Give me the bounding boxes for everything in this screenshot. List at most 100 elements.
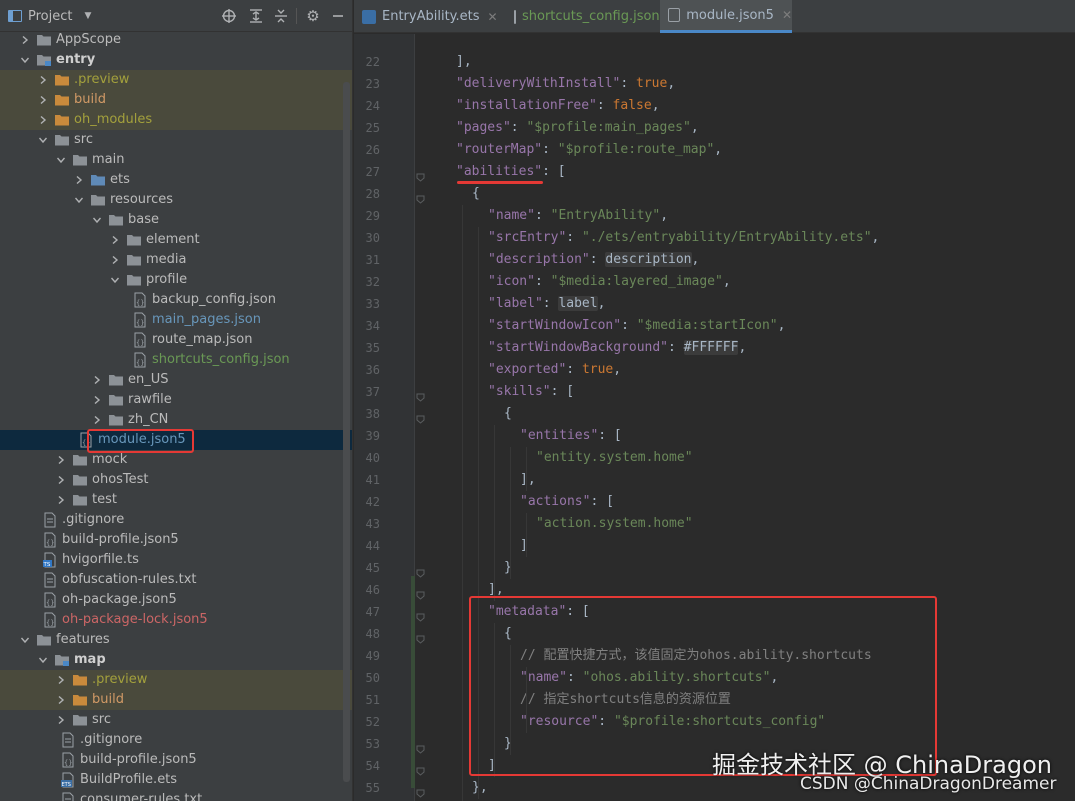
chevron-right-icon[interactable] [110,230,120,250]
expand-all-icon[interactable] [248,8,264,24]
tree-item-route-map-json[interactable]: {} route_map.json [0,330,352,350]
tree-item-oh-package-json5[interactable]: {} oh-package.json5 [0,590,352,610]
chevron-right-icon[interactable] [74,170,84,190]
tree-item-src[interactable]: src [0,710,352,730]
chevron-right-icon[interactable] [20,30,30,50]
tree-item-build-profile-json5[interactable]: {} build-profile.json5 [0,530,352,550]
fold-marker-icon[interactable] [416,387,425,402]
code-token: , [690,120,699,135]
tree-item-map[interactable]: map [0,650,352,670]
tree-item-zh-cn[interactable]: zh_CN [0,410,352,430]
fold-marker-icon[interactable] [416,761,425,776]
collapse-all-icon[interactable] [273,8,289,24]
chevron-right-icon[interactable] [56,690,66,710]
tree-item-backup-config-json[interactable]: {} backup_config.json [0,290,352,310]
tree-item-mock[interactable]: mock [0,450,352,470]
fold-marker-icon[interactable] [416,585,425,600]
tree-item-ohostest[interactable]: ohosTest [0,470,352,490]
tree-item-gitignore[interactable]: .gitignore [0,510,352,530]
tab-shortcuts-config-json[interactable]: shortcuts_config.json✕ [506,0,678,33]
tree-item-label: .gitignore [80,732,143,747]
tree-item-appscope[interactable]: AppScope [0,30,352,50]
chevron-right-icon[interactable] [56,470,66,490]
tree-item-shortcuts-config-json[interactable]: {} shortcuts_config.json [0,350,352,370]
chevron-right-icon[interactable] [56,490,66,510]
locate-icon[interactable] [221,8,237,24]
fold-marker-icon[interactable] [416,563,425,578]
tree-item-base[interactable]: base [0,210,352,230]
chevron-down-icon[interactable] [20,630,30,650]
fold-marker-icon[interactable] [416,607,425,622]
chevron-down-icon[interactable] [56,150,66,170]
chevron-right-icon[interactable] [92,410,102,430]
tree-item-features[interactable]: features [0,630,352,650]
line-number: 54 [365,759,380,773]
chevron-right-icon[interactable] [38,110,48,130]
chevron-right-icon[interactable] [92,390,102,410]
project-title: Project [28,8,73,24]
code-line: "srcEntry": "./ets/entryability/EntryAbi… [488,227,879,249]
chevron-right-icon[interactable] [110,250,120,270]
chevron-down-icon[interactable]: ▼ [84,11,91,21]
chevron-down-icon[interactable] [74,190,84,210]
chevron-down-icon[interactable] [38,650,48,670]
chevron-right-icon[interactable] [56,670,66,690]
fold-marker-icon[interactable] [416,739,425,754]
chevron-right-icon[interactable] [56,710,66,730]
tree-item-preview[interactable]: .preview [0,670,352,690]
tree-item-buildprofile-ets[interactable]: ETS BuildProfile.ets [0,770,352,790]
change-marker[interactable] [411,576,415,788]
code-line: "pages": "$profile:main_pages", [456,117,699,139]
tree-item-media[interactable]: media [0,250,352,270]
folder-icon [108,212,124,228]
tree-item-build[interactable]: build [0,90,352,110]
tree-item-resources[interactable]: resources [0,190,352,210]
json-file-icon: {} [42,592,58,608]
tree-item-rawfile[interactable]: rawfile [0,390,352,410]
tree-item-ets[interactable]: ets [0,170,352,190]
chevron-down-icon[interactable] [110,270,120,290]
code-token: "exported" [488,362,567,377]
tab-entryability-ets[interactable]: EntryAbility.ets ✕ [354,0,504,33]
fold-marker-icon[interactable] [416,629,425,644]
tree-item-hvigorfile-ts[interactable]: TS hvigorfile.ts [0,550,352,570]
chevron-right-icon[interactable] [92,370,102,390]
tree-item-en-us[interactable]: en_US [0,370,352,390]
tree-item-gitignore[interactable]: .gitignore [0,730,352,750]
tree-item-element[interactable]: element [0,230,352,250]
tree-item-main-pages-json[interactable]: {} main_pages.json [0,310,352,330]
chevron-right-icon[interactable] [56,450,66,470]
tree-item-preview[interactable]: .preview [0,70,352,90]
tree-item-oh-package-lock-json5[interactable]: {} oh-package-lock.json5 [0,610,352,630]
chevron-right-icon[interactable] [38,70,48,90]
close-icon[interactable]: ✕ [488,10,498,24]
tree-item-main[interactable]: main [0,150,352,170]
close-icon[interactable]: ✕ [782,8,792,22]
code-token: ], [520,472,536,487]
tree-item-build-profile-json5[interactable]: {} build-profile.json5 [0,750,352,770]
tree-item-oh-modules[interactable]: oh_modules [0,110,352,130]
tree-item-build[interactable]: build [0,690,352,710]
fold-marker-icon[interactable] [416,189,425,204]
fold-marker-icon[interactable] [416,783,425,798]
project-scrollbar[interactable] [343,82,350,782]
tree-item-consumer-rules-txt[interactable]: consumer-rules.txt [0,790,352,801]
hide-icon[interactable] [330,8,346,24]
chevron-right-icon[interactable] [38,90,48,110]
tree-item-test[interactable]: test [0,490,352,510]
tree-item-entry[interactable]: entry [0,50,352,70]
fold-marker-icon[interactable] [416,167,425,182]
code-token: "label" [488,296,543,311]
tree-item-obfuscation-rules-txt[interactable]: obfuscation-rules.txt [0,570,352,590]
tree-item-src[interactable]: src [0,130,352,150]
chevron-down-icon[interactable] [20,50,30,70]
settings-icon[interactable]: ⚙ [305,8,321,24]
tree-item-profile[interactable]: profile [0,270,352,290]
chevron-down-icon[interactable] [92,210,102,230]
fold-marker-icon[interactable] [416,409,425,424]
tree-item-label: AppScope [56,32,121,47]
line-number: 34 [365,319,380,333]
project-view-selector[interactable]: Project ▼ [8,0,91,32]
chevron-down-icon[interactable] [38,130,48,150]
tab-module-json5[interactable]: module.json5 ✕ [660,0,792,33]
